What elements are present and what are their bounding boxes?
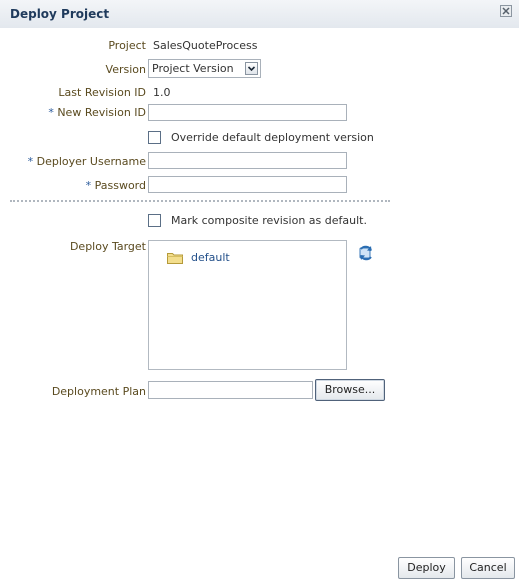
dialog-titlebar: Deploy Project [0,0,519,28]
deployer-username-input[interactable] [148,152,347,169]
version-selected-value: Project Version [152,62,234,75]
password-label: * Password [86,179,146,192]
folder-icon [167,253,183,264]
project-value: SalesQuoteProcess [153,39,258,52]
deploy-target-tree[interactable]: default [148,240,347,370]
required-marker: * [27,155,34,168]
override-version-checkbox[interactable] [148,131,161,144]
project-label: Project [108,39,146,52]
dialog-title: Deploy Project [10,7,110,21]
tree-item-default[interactable]: default [191,251,230,264]
new-revision-label-text: New Revision ID [57,106,146,119]
version-label: Version [105,63,146,76]
last-revision-label: Last Revision ID [58,86,146,99]
mark-default-label: Mark composite revision as default. [171,214,367,227]
deployer-username-label-text: Deployer Username [36,155,146,168]
refresh-icon[interactable] [357,244,375,262]
last-revision-value: 1.0 [153,86,171,99]
chevron-down-icon[interactable] [245,62,258,75]
deploy-target-label: Deploy Target [69,240,146,253]
deployment-plan-input[interactable] [148,381,313,399]
browse-button[interactable]: Browse... [315,379,385,401]
deployment-plan-label: Deployment Plan [51,385,146,398]
version-select[interactable]: Project Version [148,59,261,78]
new-revision-input[interactable] [148,104,347,121]
deploy-button[interactable]: Deploy [398,557,455,579]
section-divider [10,200,390,202]
close-icon[interactable] [500,5,512,17]
password-label-text: Password [94,179,146,192]
deploy-project-dialog: Deploy Project Project SalesQuoteProcess… [0,0,519,582]
deployer-username-label: * Deployer Username [28,155,146,168]
cancel-button[interactable]: Cancel [461,557,515,579]
password-input[interactable] [148,176,347,193]
required-marker: * [48,106,54,119]
override-version-label: Override default deployment version [171,131,374,144]
required-marker: * [85,179,92,192]
mark-default-checkbox[interactable] [148,214,161,227]
new-revision-label: * New Revision ID [48,106,146,119]
